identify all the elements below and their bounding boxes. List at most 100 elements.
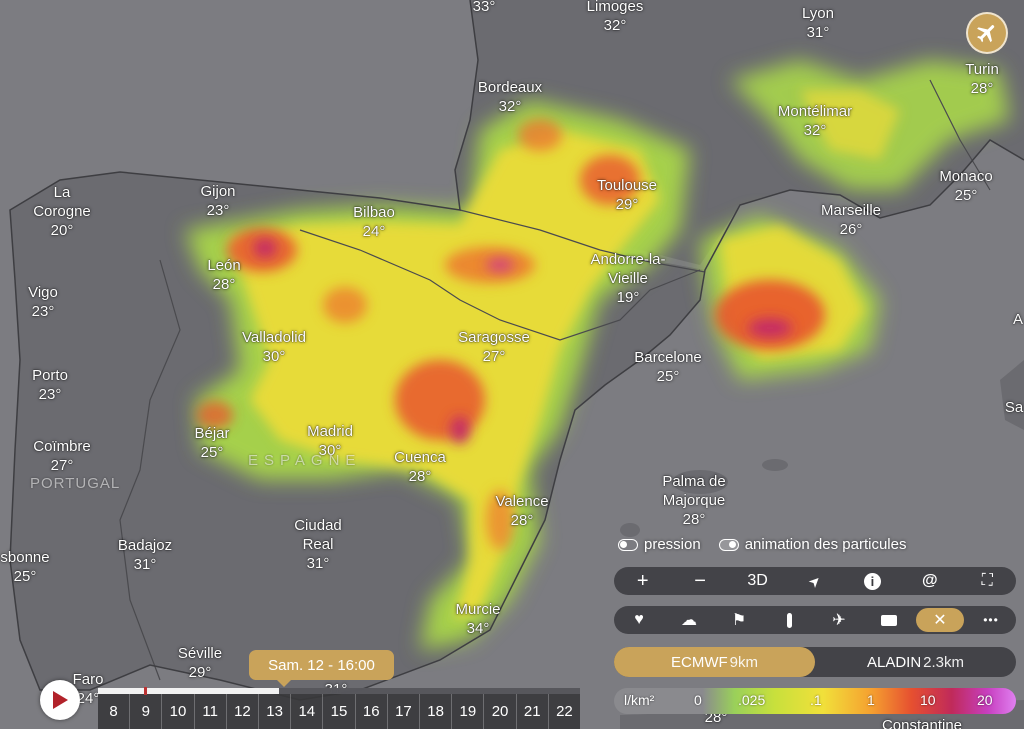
city-label[interactable]: Valence 28° [495, 492, 548, 530]
timeline-day[interactable]: 16 [354, 694, 387, 729]
city-name: Cuenca [394, 449, 446, 466]
legend-tick: .025 [738, 692, 766, 708]
timeline-day[interactable]: 10 [161, 694, 193, 729]
hurricane-button[interactable]: @ [907, 569, 953, 593]
city-label[interactable]: Séville 29° [178, 644, 222, 682]
city-temperature: 20° [50, 222, 74, 239]
city-name: Ciudad Real [294, 517, 342, 553]
city-temperature: 24° [362, 223, 386, 240]
city-label[interactable]: Ciudad Real 31° [294, 516, 342, 573]
timeline-day[interactable]: 18 [419, 694, 451, 729]
play-icon [53, 691, 68, 709]
toggle-particles[interactable]: animation des particules [718, 536, 906, 553]
zoom-in-button[interactable]: + [620, 569, 666, 593]
city-label[interactable]: Constantine [882, 716, 962, 729]
timeline-day[interactable]: 12 [225, 694, 258, 729]
city-label[interactable]: Gijon 23° [200, 182, 235, 220]
city-label[interactable]: Lyon 31° [802, 4, 834, 42]
model-aladin[interactable]: ALADIN 2.3km [815, 647, 1016, 677]
airports-button[interactable]: ✈ [816, 608, 862, 632]
timeline-day[interactable]: 8 [98, 694, 129, 729]
toggle-pressure-label: pression [644, 536, 701, 553]
city-label[interactable]: La Corogne 20° [33, 183, 91, 240]
city-name: Séville [177, 645, 223, 662]
city-name: Palma de Majorque [662, 473, 726, 509]
city-temperature: 25° [200, 444, 224, 461]
flag-button[interactable]: ⚑ [716, 608, 762, 632]
city-name: Turin [965, 61, 999, 78]
city-label[interactable]: Bordeaux 32° [478, 78, 542, 116]
timeline-day[interactable]: 14 [290, 694, 322, 729]
more-button[interactable]: ••• [968, 608, 1014, 632]
city-temperature: 32° [803, 122, 827, 139]
airplane-icon: ✈ [832, 612, 846, 629]
info-button[interactable]: i [849, 569, 895, 593]
city-label[interactable]: Vigo 23° [28, 283, 58, 321]
city-label[interactable]: Limoges 32° [587, 0, 644, 35]
city-label[interactable]: Porto 23° [32, 366, 68, 404]
forecast-button[interactable]: ☁ [666, 608, 712, 632]
city-label[interactable]: Palma de Majorque 28° [662, 472, 725, 529]
model-ecmwf-res: 9km [729, 653, 758, 671]
city-label[interactable]: Valladolid 30° [242, 328, 306, 366]
3d-button[interactable]: 3D [735, 569, 781, 593]
favorites-button[interactable]: ♥ [616, 608, 662, 632]
city-label[interactable]: Béjar 25° [194, 424, 229, 462]
city-label[interactable]: Sa [1005, 398, 1023, 417]
city-name: Bilbao [353, 204, 395, 221]
city-name: La Corogne [33, 184, 91, 220]
webcams-button[interactable] [866, 608, 912, 632]
city-name: Andorre-la- Vieille [590, 251, 666, 287]
city-label[interactable]: Barcelone 25° [634, 348, 702, 386]
model-aladin-name: ALADIN [866, 653, 922, 671]
city-temperature: 25° [13, 568, 37, 585]
city-temperature: 25° [656, 368, 680, 385]
toggle-pressure[interactable]: pression [618, 536, 701, 553]
city-label[interactable]: Montélimar 32° [778, 102, 852, 140]
airplane-mode-button[interactable] [966, 12, 1008, 54]
particles-switch[interactable] [718, 538, 739, 551]
timeline-day[interactable]: 17 [386, 694, 419, 729]
play-button[interactable] [40, 680, 80, 720]
timeline-day[interactable]: 11 [193, 694, 226, 729]
city-label[interactable]: Marseille 26° [821, 201, 881, 239]
city-name: Marseille [820, 202, 882, 219]
timeline-day[interactable]: 19 [451, 694, 483, 729]
temperature-button[interactable] [766, 608, 812, 632]
timeline-day[interactable]: 13 [258, 694, 290, 729]
city-label[interactable]: Monaco 25° [939, 167, 992, 205]
city-label[interactable]: 33° [473, 0, 496, 16]
locate-button[interactable]: ➤ [792, 569, 838, 593]
city-label[interactable]: León 28° [207, 256, 240, 294]
model-ecmwf[interactable]: ECMWF 9km [614, 647, 815, 677]
city-label[interactable]: Turin 28° [965, 60, 999, 98]
city-label[interactable]: Andorre-la- Vieille 19° [590, 250, 665, 307]
fullscreen-button[interactable]: ⛶ [964, 569, 1010, 593]
timeline-day[interactable]: 21 [515, 694, 548, 729]
city-label[interactable]: Toulouse 29° [597, 176, 657, 214]
timeline-day[interactable]: 9 [129, 694, 161, 729]
city-name: Valence [495, 493, 549, 510]
city-label[interactable]: A [1013, 310, 1023, 329]
pressure-switch[interactable] [618, 538, 638, 551]
city-label[interactable]: Saragosse 27° [458, 328, 530, 366]
city-name: Coïmbre [33, 438, 91, 455]
city-label[interactable]: Cuenca 28° [394, 448, 446, 486]
city-label[interactable]: sbonne 25° [0, 548, 49, 586]
city-label[interactable]: Murcie 34° [455, 600, 500, 638]
timeline[interactable]: 8 9 10 11 12 13 14 15 16 17 18 19 20 21 22 [98, 687, 580, 729]
precipitation-legend[interactable]: l/km² 0 .025 .1 1 10 20 [614, 688, 1016, 714]
city-label[interactable]: Coïmbre 27° [33, 437, 91, 475]
city-label[interactable]: Badajoz 31° [118, 536, 172, 574]
zoom-out-button[interactable]: − [677, 569, 723, 593]
city-temperature: 28° [408, 468, 432, 485]
timeline-day[interactable]: 20 [483, 694, 515, 729]
timeline-day[interactable]: 15 [322, 694, 354, 729]
close-icon: ✕ [933, 612, 947, 629]
timeline-day[interactable]: 22 [547, 694, 580, 729]
city-temperature: 27° [482, 348, 506, 365]
city-label[interactable]: Bilbao 24° [353, 203, 395, 241]
city-name: Gijon [200, 183, 236, 200]
close-layer-button[interactable]: ✕ [916, 608, 964, 632]
city-name: A [1012, 311, 1024, 328]
